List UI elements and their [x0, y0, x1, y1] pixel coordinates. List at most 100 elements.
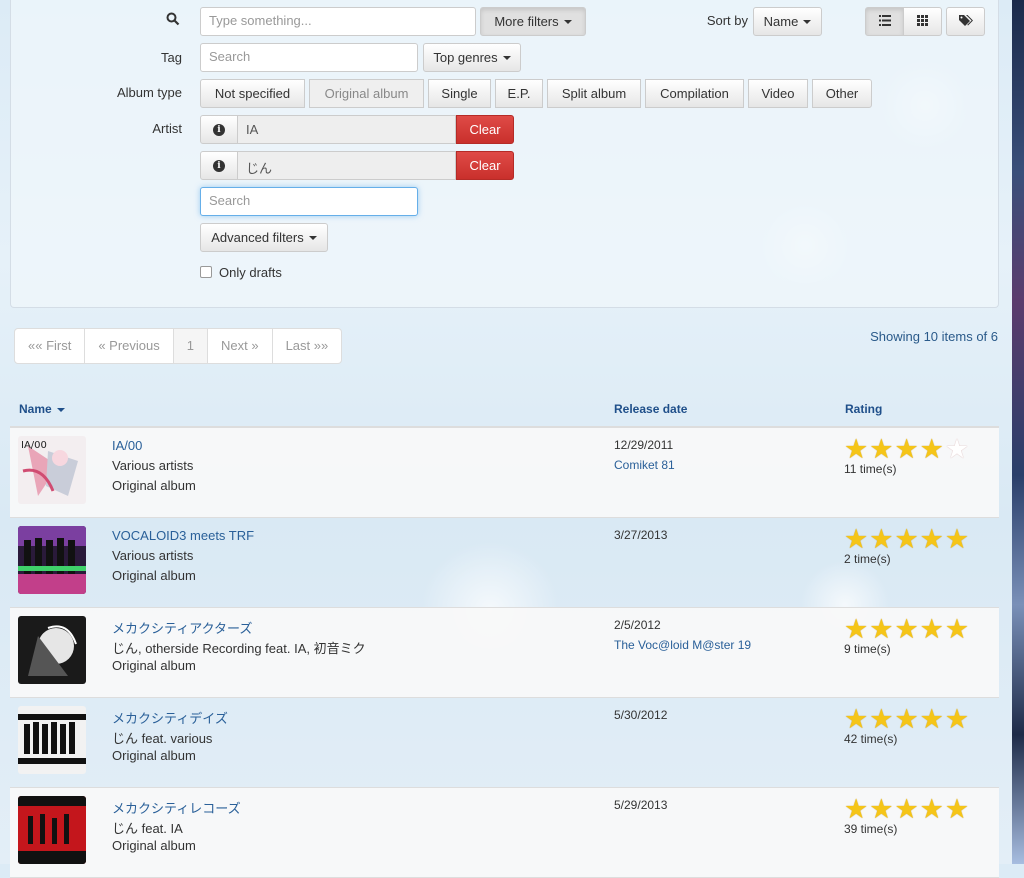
advanced-filters-button[interactable]: Advanced filters: [200, 223, 328, 252]
pager-first[interactable]: «« First: [15, 329, 86, 363]
album-type-single[interactable]: Single: [428, 79, 491, 108]
album-type-compilation[interactable]: Compilation: [645, 79, 744, 108]
album-cover-image[interactable]: [18, 526, 86, 594]
release-event-link[interactable]: The Voc@loid M@ster 19: [614, 638, 751, 652]
artist-info-button[interactable]: i: [200, 151, 238, 180]
star-filled-icon: ★: [944, 794, 970, 825]
album-cover-image[interactable]: [18, 706, 86, 774]
album-cover-image[interactable]: [18, 616, 86, 684]
star-filled-icon: ★: [894, 434, 919, 465]
caret-down-icon: [803, 19, 812, 24]
tag-search-input[interactable]: Search: [200, 43, 418, 72]
release-date: 2/5/2012: [614, 618, 661, 632]
showing-count: Showing 10 items of 6: [870, 329, 998, 344]
grid-view-button[interactable]: [903, 7, 942, 36]
pager-current-page[interactable]: 1: [173, 329, 208, 363]
table-row: メカクシティデイズ じん feat. various Original albu…: [10, 698, 999, 788]
pager-next[interactable]: Next »: [208, 329, 273, 363]
album-type: Original album: [112, 838, 196, 853]
search-icon: [166, 12, 180, 29]
album-title-link[interactable]: メカクシティデイズ: [112, 708, 228, 727]
star-filled-icon: ★: [844, 614, 869, 645]
album-type-label: Album type: [116, 85, 182, 100]
table-row: メカクシティアクターズ じん, otherside Recording feat…: [10, 608, 999, 698]
artist-label: Artist: [152, 121, 182, 136]
album-cover-image[interactable]: [18, 796, 86, 864]
album-type-split-album[interactable]: Split album: [547, 79, 641, 108]
star-filled-icon: ★: [894, 614, 919, 645]
star-filled-icon: ★: [944, 704, 970, 735]
info-icon: i: [213, 159, 225, 172]
grid-icon: [917, 14, 928, 29]
artist-filter-row: i IA Clear: [200, 115, 514, 144]
table-row: メカクシティレコーズ じん feat. IA Original album 5/…: [10, 788, 999, 878]
top-genres-label: Top genres: [433, 50, 498, 65]
clear-artist-button[interactable]: Clear: [456, 115, 514, 144]
list-view-button[interactable]: [865, 7, 904, 36]
album-cover-image[interactable]: IA/00: [18, 436, 86, 504]
list-icon: [878, 14, 891, 29]
pagination: «« First « Previous 1 Next » Last »»: [14, 328, 343, 364]
album-title-link[interactable]: メカクシティレコーズ: [112, 798, 241, 817]
table-row: IA/00 IA/00 Various artists Original alb…: [10, 428, 999, 518]
star-filled-icon: ★: [869, 524, 894, 555]
caret-down-icon: [563, 19, 572, 24]
caret-down-icon: [308, 235, 317, 240]
rating-stars: ★ ★ ★ ★ ★: [844, 526, 970, 553]
tag-label: Tag: [161, 50, 182, 65]
advanced-filters-label: Advanced filters: [211, 230, 304, 245]
album-type-original-album[interactable]: Original album: [309, 79, 424, 108]
album-type: Original album: [112, 568, 196, 583]
star-filled-icon: ★: [844, 524, 869, 555]
album-type-ep[interactable]: E.P.: [495, 79, 543, 108]
top-genres-button[interactable]: Top genres: [423, 43, 521, 72]
star-filled-icon: ★: [919, 614, 944, 645]
caret-down-icon: [502, 55, 511, 60]
album-title-link[interactable]: VOCALOID3 meets TRF: [112, 528, 254, 543]
more-filters-button[interactable]: More filters: [480, 7, 586, 36]
album-type: Original album: [112, 658, 196, 673]
star-filled-icon: ★: [869, 704, 894, 735]
rating-count: 11 time(s): [844, 462, 897, 476]
column-header-release-date[interactable]: Release date: [614, 402, 687, 416]
tags-view-button[interactable]: [946, 7, 985, 36]
star-filled-icon: ★: [919, 524, 944, 555]
album-artist: じん, otherside Recording feat. IA, 初音ミク: [112, 641, 366, 656]
rating-count: 2 time(s): [844, 552, 891, 566]
only-drafts-label: Only drafts: [219, 265, 282, 280]
info-icon: i: [213, 123, 225, 136]
clear-artist-button[interactable]: Clear: [456, 151, 514, 180]
star-filled-icon: ★: [919, 434, 944, 465]
only-drafts-checkbox[interactable]: [200, 266, 212, 278]
more-filters-label: More filters: [494, 14, 559, 29]
artist-search-input[interactable]: Search: [200, 187, 418, 216]
star-filled-icon: ★: [944, 524, 970, 555]
release-event-link[interactable]: Comiket 81: [614, 458, 675, 472]
rating-stars: ★ ★ ★ ★ ★: [844, 706, 970, 733]
artist-name: IA: [238, 115, 456, 144]
artist-info-button[interactable]: i: [200, 115, 238, 144]
column-header-name[interactable]: Name: [19, 402, 65, 416]
album-artist: じん feat. various: [112, 731, 213, 746]
album-type-other[interactable]: Other: [812, 79, 872, 108]
sort-caret-icon: [56, 407, 65, 412]
column-header-rating[interactable]: Rating: [845, 402, 882, 416]
star-filled-icon: ★: [844, 704, 869, 735]
album-title-link[interactable]: メカクシティアクターズ: [112, 618, 252, 637]
sort-by-label: Sort by: [706, 13, 748, 28]
pager-previous[interactable]: « Previous: [85, 329, 174, 363]
star-filled-icon: ★: [869, 434, 894, 465]
release-date: 5/29/2013: [614, 798, 668, 812]
rating-stars: ★ ★ ★ ★ ★: [844, 436, 970, 463]
pager-last[interactable]: Last »»: [273, 329, 342, 363]
name-header-label: Name: [19, 402, 52, 416]
album-title-link[interactable]: IA/00: [112, 438, 142, 453]
rating-stars: ★ ★ ★ ★ ★: [844, 616, 970, 643]
sort-dropdown[interactable]: Name: [753, 7, 822, 36]
svg-text:IA/00: IA/00: [21, 440, 47, 451]
search-input[interactable]: Type something...: [200, 7, 476, 36]
star-filled-icon: ★: [844, 434, 869, 465]
sort-value: Name: [763, 14, 799, 29]
album-type-video[interactable]: Video: [748, 79, 808, 108]
album-type-not-specified[interactable]: Not specified: [200, 79, 305, 108]
